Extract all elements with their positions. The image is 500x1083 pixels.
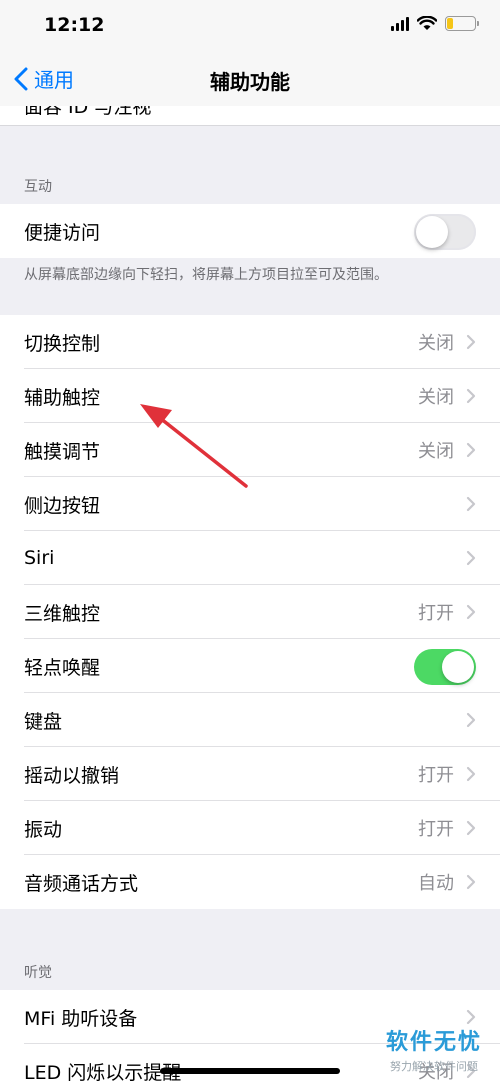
reachability-label: 便捷访问	[24, 221, 101, 244]
face-id-label: 面容 ID 与注视	[24, 106, 152, 118]
row-value: 自动	[418, 873, 454, 894]
list-item-side-button[interactable]: 侧边按钮	[0, 477, 500, 531]
row-label: 辅助触控	[24, 386, 101, 409]
row-value: 关闭	[418, 387, 454, 408]
chevron-right-icon	[466, 766, 476, 782]
row-label: 侧边按钮	[24, 494, 101, 517]
row-label: 键盘	[24, 710, 63, 733]
watermark-title: 软件无忧	[385, 1030, 482, 1055]
row-label: 切换控制	[24, 332, 101, 355]
tap-to-wake-toggle[interactable]	[414, 649, 476, 685]
watermark-logo: 软件无忧 努力解决软件问题	[386, 1024, 482, 1074]
list-item-keyboard[interactable]: 键盘	[0, 693, 500, 747]
row-label: MFi 助听设备	[24, 1007, 138, 1030]
chevron-right-icon	[466, 550, 476, 566]
chevron-right-icon	[466, 712, 476, 728]
status-time: 12:12	[44, 14, 105, 36]
reachability-row[interactable]: 便捷访问	[0, 204, 500, 258]
section-header-interaction: 互动	[24, 179, 52, 195]
list-item-call-audio-routing[interactable]: 音频通话方式 自动	[0, 855, 500, 909]
list-item-tap-to-wake[interactable]: 轻点唤醒	[0, 639, 500, 693]
list-item-shake-to-undo[interactable]: 摇动以撤销 打开	[0, 747, 500, 801]
row-value: 打开	[418, 819, 454, 840]
home-indicator[interactable]	[160, 1068, 340, 1074]
row-label: 三维触控	[24, 602, 101, 625]
row-label: 轻点唤醒	[24, 656, 101, 679]
row-label: LED 闪烁以示提醒	[24, 1061, 182, 1083]
face-id-row[interactable]: 面容 ID 与注视	[0, 106, 500, 126]
list-item-touch-accommodations[interactable]: 触摸调节 关闭	[0, 423, 500, 477]
list-item-vibration[interactable]: 振动 打开	[0, 801, 500, 855]
settings-list: 切换控制 关闭 辅助触控 关闭 触摸调节 关闭 侧边按钮 Siri 三维触控 打…	[0, 315, 500, 909]
chevron-right-icon	[466, 820, 476, 836]
chevron-right-icon	[466, 442, 476, 458]
list-item-assistive-touch[interactable]: 辅助触控 关闭	[0, 369, 500, 423]
page-title: 辅助功能	[210, 70, 290, 94]
row-value: 打开	[418, 765, 454, 786]
row-label: 摇动以撤销	[24, 764, 120, 787]
row-label: 触摸调节	[24, 440, 101, 463]
navigation-bar: 通用 辅助功能	[0, 52, 500, 106]
reachability-toggle[interactable]	[414, 214, 476, 250]
reachability-footer: 从屏幕底部边缘向下轻扫，将屏幕上方项目拉至可及范围。	[24, 267, 388, 283]
reachability-group: 便捷访问	[0, 204, 500, 258]
chevron-right-icon	[466, 388, 476, 404]
row-label: Siri	[24, 547, 55, 569]
wifi-icon	[417, 16, 437, 30]
row-value: 关闭	[418, 441, 454, 462]
list-item-switch-control[interactable]: 切换控制 关闭	[0, 315, 500, 369]
list-item-siri[interactable]: Siri	[0, 531, 500, 585]
list-item-3d-touch[interactable]: 三维触控 打开	[0, 585, 500, 639]
row-label: 音频通话方式	[24, 872, 139, 895]
chevron-right-icon	[466, 334, 476, 350]
section-header-hearing: 听觉	[24, 965, 52, 981]
battery-icon	[445, 16, 479, 31]
cellular-signal-icon	[391, 16, 409, 31]
chevron-right-icon	[466, 496, 476, 512]
row-value: 打开	[418, 603, 454, 624]
row-label: 振动	[24, 818, 63, 841]
watermark-subtitle: 努力解决软件问题	[389, 1060, 478, 1073]
chevron-right-icon	[466, 604, 476, 620]
status-icons	[391, 16, 479, 31]
status-bar: 12:12	[0, 0, 500, 52]
chevron-right-icon	[466, 874, 476, 890]
chevron-right-icon	[466, 1009, 476, 1025]
row-value: 关闭	[418, 333, 454, 354]
